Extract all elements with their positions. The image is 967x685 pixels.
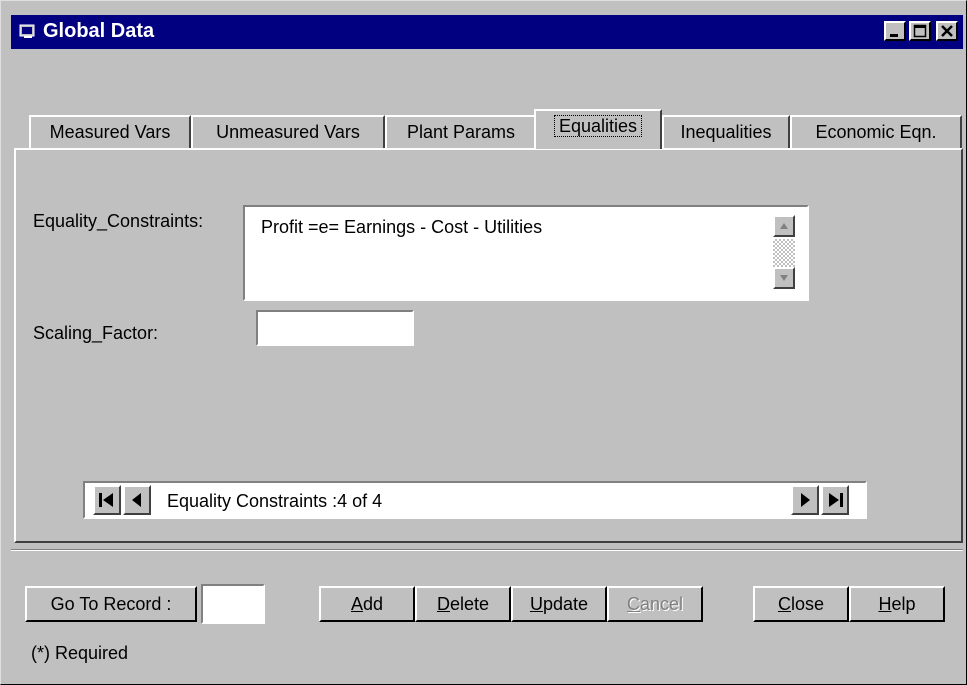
- cancel-label: ancel: [639, 594, 684, 614]
- maximize-button[interactable]: [909, 21, 931, 41]
- next-icon: [801, 493, 810, 507]
- delete-accel: D: [436, 594, 450, 614]
- last-record-button[interactable]: [821, 485, 849, 515]
- delete-button[interactable]: Delete: [415, 586, 511, 622]
- close-accel: C: [777, 594, 791, 614]
- previous-icon: [132, 493, 141, 507]
- equality-constraints-textarea[interactable]: Profit =e= Earnings - Cost - Utilities: [243, 205, 809, 301]
- tab-plant-params[interactable]: Plant Params: [385, 115, 537, 149]
- update-label: pdate: [542, 594, 589, 614]
- close-button[interactable]: Close: [753, 586, 849, 622]
- close-label: lose: [790, 594, 825, 614]
- add-accel: A: [350, 594, 363, 614]
- cancel-accel: C: [626, 594, 640, 614]
- tab-unmeasured-vars[interactable]: Unmeasured Vars: [191, 115, 385, 149]
- go-to-record-button[interactable]: Go To Record :: [25, 586, 197, 622]
- app-icon: [19, 24, 35, 38]
- tab-label: Plant Params: [406, 122, 516, 142]
- help-accel: H: [878, 594, 892, 614]
- next-record-button[interactable]: [791, 485, 819, 515]
- close-window-button[interactable]: [936, 21, 958, 41]
- update-button[interactable]: Update: [511, 586, 607, 622]
- add-button[interactable]: Add: [319, 586, 415, 622]
- title-bar[interactable]: Global Data: [11, 15, 963, 49]
- separator: [11, 549, 963, 551]
- delete-label: elete: [449, 594, 490, 614]
- arrow-up-icon: [780, 223, 788, 229]
- maximize-icon: [913, 24, 927, 38]
- cancel-button[interactable]: Cancel: [607, 586, 703, 622]
- scaling-factor-input[interactable]: [256, 310, 414, 346]
- add-label: dd: [362, 594, 384, 614]
- previous-record-button[interactable]: [123, 485, 151, 515]
- scroll-track[interactable]: [773, 239, 795, 267]
- help-label: elp: [891, 594, 916, 614]
- help-button[interactable]: Help: [849, 586, 945, 622]
- minimize-icon: [890, 34, 898, 37]
- tab-equalities[interactable]: Equalities: [534, 109, 662, 149]
- tab-label: Unmeasured Vars: [216, 122, 360, 142]
- record-navigator: Equality Constraints :4 of 4: [83, 481, 867, 519]
- tab-economic-eqn[interactable]: Economic Eqn.: [790, 115, 962, 149]
- minimize-button[interactable]: [884, 21, 906, 41]
- first-record-button[interactable]: [93, 485, 121, 515]
- tab-label: Economic Eqn.: [815, 122, 937, 142]
- close-icon: [941, 25, 953, 37]
- required-note: (*) Required: [31, 643, 129, 663]
- arrow-down-icon: [780, 275, 788, 281]
- tab-measured-vars[interactable]: Measured Vars: [29, 115, 191, 149]
- equality-constraints-value: Profit =e= Earnings - Cost - Utilities: [261, 217, 543, 237]
- record-position-text: Equality Constraints :4 of 4: [167, 491, 383, 511]
- tab-label: Equalities: [553, 115, 643, 137]
- first-icon: [99, 493, 113, 507]
- scroll-down-button[interactable]: [773, 267, 795, 289]
- tab-label: Measured Vars: [49, 122, 171, 142]
- tab-inequalities[interactable]: Inequalities: [662, 115, 790, 149]
- scaling-factor-label: Scaling_Factor:: [33, 323, 159, 343]
- equality-constraints-label: Equality_Constraints:: [33, 211, 204, 231]
- scroll-up-button[interactable]: [773, 215, 795, 237]
- tab-label: Inequalities: [680, 122, 772, 142]
- update-accel: U: [529, 594, 543, 614]
- window-title: Global Data: [43, 20, 155, 42]
- last-icon: [829, 493, 843, 507]
- go-to-record-input[interactable]: [201, 584, 265, 624]
- global-data-window: Global Data Measured Vars Unmeasured Var…: [0, 0, 967, 685]
